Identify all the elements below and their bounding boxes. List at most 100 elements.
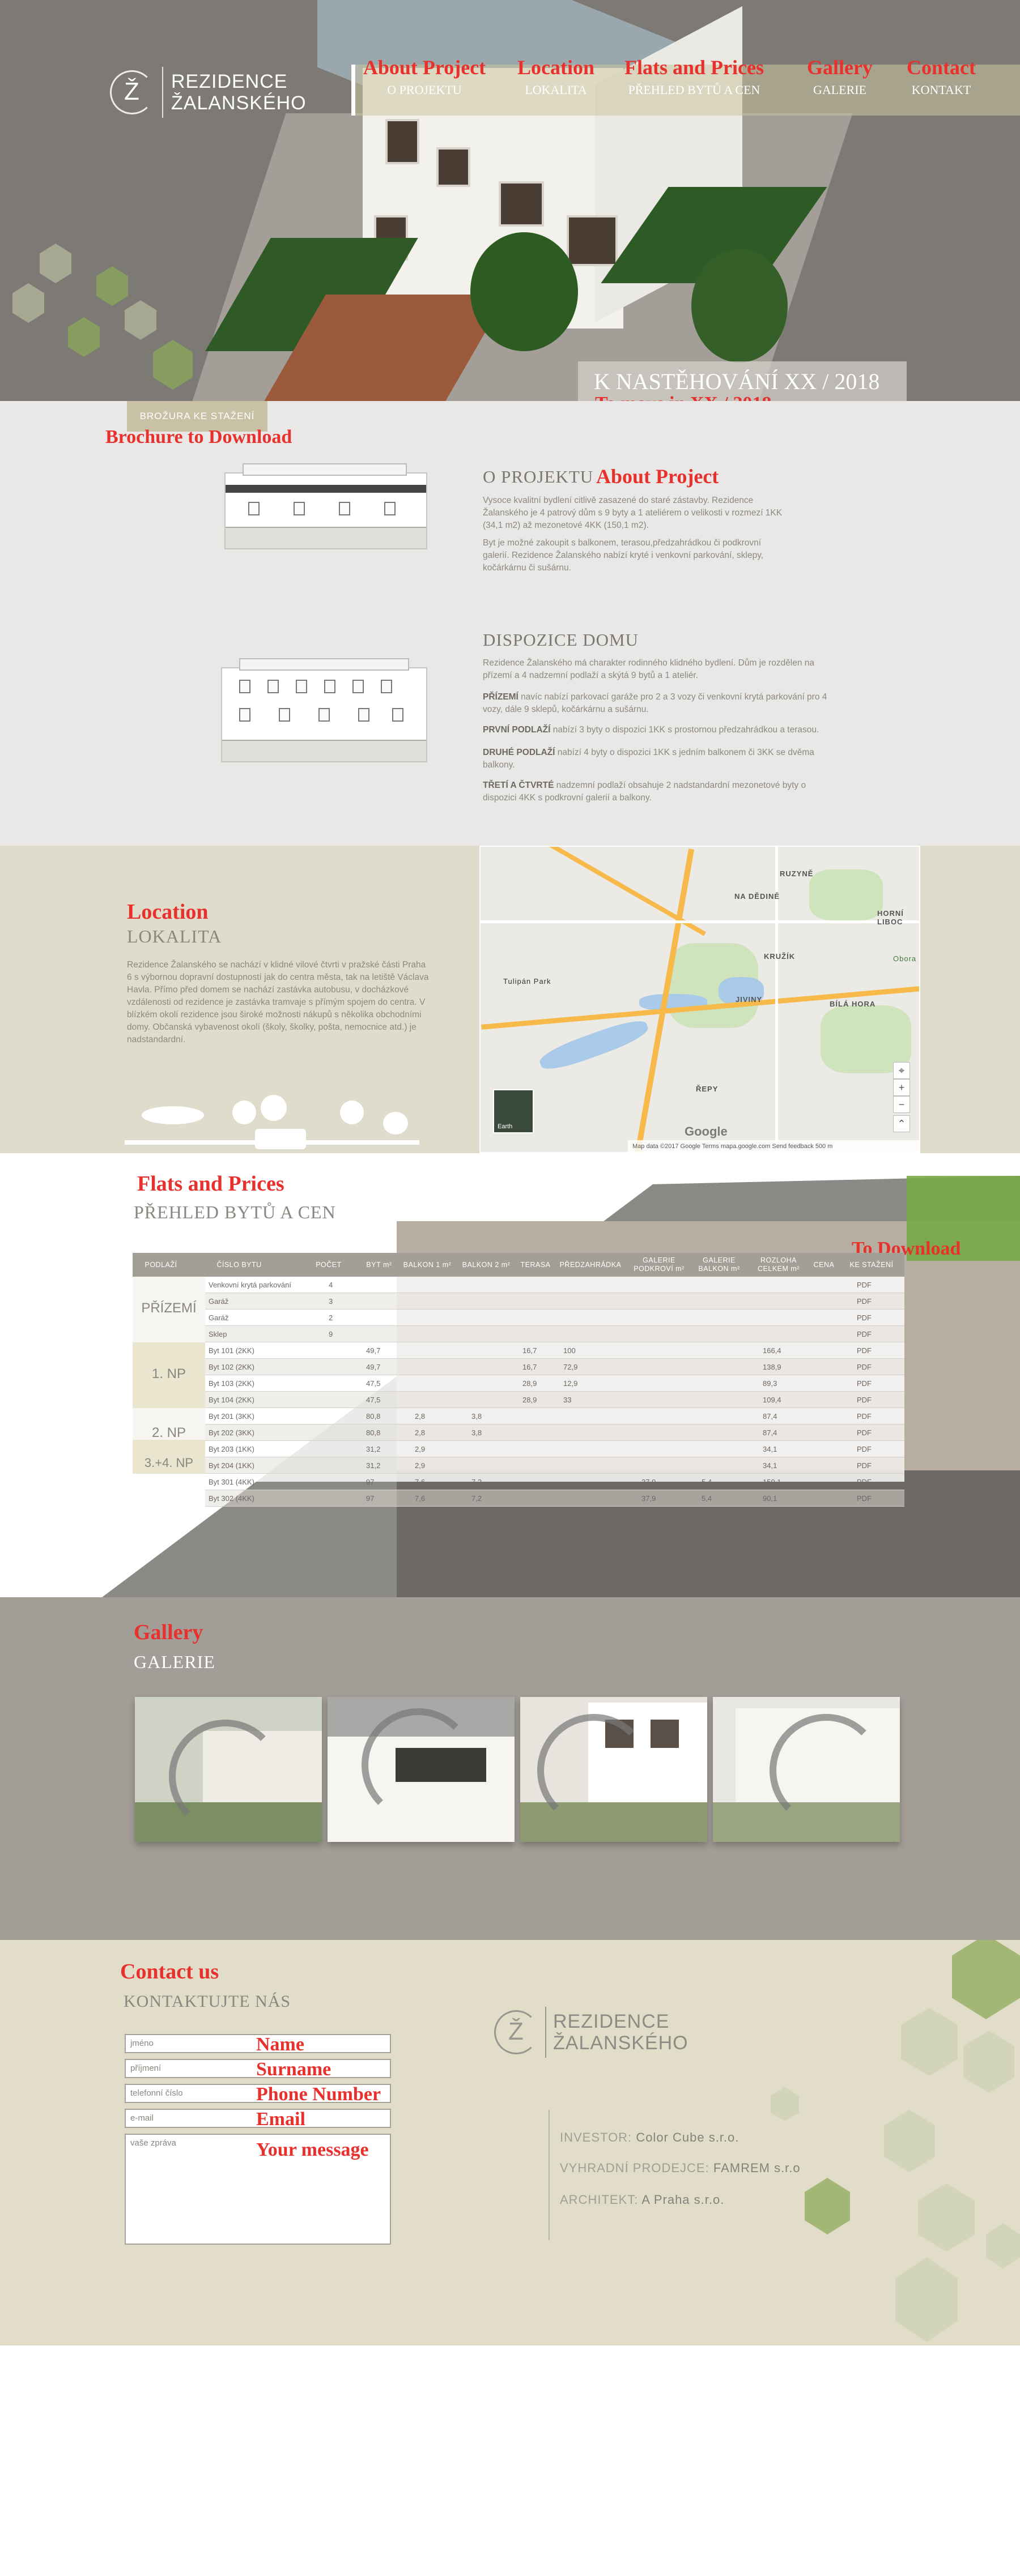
decor-hexagon (40, 244, 71, 283)
nav-flats-prices[interactable]: Flats and Prices PŘEHLED BYTŮ A CEN (618, 56, 771, 97)
nav-contact[interactable]: Contact KONTAKT (899, 56, 984, 97)
nav-edge (351, 65, 355, 116)
pdf-download-link[interactable]: PDF (857, 1293, 872, 1310)
table-cell: 4 (329, 1281, 333, 1289)
table-cell: 3,8 (471, 1428, 482, 1437)
layout-title: DISPOZICE DOMU (483, 630, 639, 650)
pdf-download-link[interactable]: PDF (857, 1408, 872, 1425)
pdf-download-link[interactable]: PDF (857, 1490, 872, 1507)
about-title-translation: About Project (596, 465, 719, 488)
table-header-cell: BYT m² (366, 1260, 392, 1269)
map-zoom-out-button[interactable]: − (893, 1096, 910, 1113)
pdf-download-link[interactable]: PDF (857, 1359, 872, 1375)
gallery-thumbnail[interactable] (328, 1697, 515, 1842)
pdf-download-link[interactable]: PDF (857, 1310, 872, 1326)
nav-gallery[interactable]: Gallery GALERIE (800, 56, 879, 97)
surname-field[interactable]: příjmení Surname (125, 2059, 391, 2080)
layout-paragraph: PRVNÍ PODLAŽÍ nabízí 3 byty o dispozici … (483, 725, 819, 735)
pdf-download-link[interactable]: PDF (857, 1457, 872, 1474)
table-row: Byt 202 (3KK) 80,8 2,8 3,8 87,4 PDF (205, 1425, 904, 1441)
pdf-download-link[interactable]: PDF (857, 1342, 872, 1359)
table-row: Byt 101 (2KK) 49,7 16,7 100 166,4 PDF (205, 1342, 904, 1359)
table-cell: 37,9 (641, 1478, 656, 1486)
pdf-download-link[interactable]: PDF (857, 1375, 872, 1392)
table-header-cell: TERASA (520, 1260, 551, 1269)
map-label: Tulipán Park (503, 977, 551, 986)
table-row: Byt 102 (2KK) 49,7 16,7 72,9 138,9 PDF (205, 1359, 904, 1375)
table-cell: 89,3 (763, 1379, 777, 1388)
table-cell: Byt 204 (1KK) (209, 1461, 254, 1470)
location-map[interactable]: RUZYNĚ NA DĚDINĚ HORNÍ LIBOC KRUŽÍK JIVI… (479, 846, 920, 1153)
layout-paragraph: TŘETÍ A ČTVRTÉ nadzemní podlaží obsahuje… (483, 781, 806, 803)
hero-tree (470, 232, 578, 351)
table-cell: 3,8 (471, 1412, 482, 1421)
logo[interactable]: Ž REZIDENCE ŽALANSKÉHO (110, 67, 307, 118)
table-cell: 3 (329, 1297, 333, 1306)
pdf-download-link[interactable]: PDF (857, 1425, 872, 1441)
table-header-cell: GALERIE BALKON m² (698, 1256, 740, 1273)
table-cell: Byt 103 (2KK) (209, 1379, 254, 1388)
prices-title-translation: Flats and Prices (137, 1172, 284, 1196)
map-label: HORNÍ LIBOC (877, 909, 904, 926)
map-location-button[interactable]: ⌖ (893, 1062, 910, 1079)
table-cell: 87,4 (763, 1412, 777, 1421)
table-cell: Garáž (209, 1313, 229, 1322)
nav-about[interactable]: About Project O PROJEKTU (359, 56, 490, 97)
decor-tree (340, 1101, 364, 1124)
phone-field[interactable]: telefonní číslo Phone Number (125, 2084, 391, 2105)
table-cell: Byt 104 (2KK) (209, 1396, 254, 1404)
map-earth-toggle[interactable]: Earth (493, 1089, 534, 1133)
gallery-title-translation: Gallery (134, 1620, 203, 1644)
table-row: Garáž 2 PDF (205, 1310, 904, 1326)
table-row: Byt 203 (1KK) 31,2 2,9 34,1 PDF (205, 1441, 904, 1457)
table-cell: 16,7 (522, 1363, 537, 1371)
gallery-thumbnail[interactable] (713, 1697, 900, 1842)
gallery-section: Gallery GALERIE (0, 1597, 1020, 1940)
contact-title: KONTAKTUJTE NÁS (124, 1992, 291, 2011)
table-row: Byt 204 (1KK) 31,2 2,9 34,1 PDF (205, 1457, 904, 1474)
house-elevation-drawing (224, 463, 427, 549)
table-cell: 72,9 (563, 1363, 578, 1371)
pdf-download-link[interactable]: PDF (857, 1474, 872, 1490)
pdf-download-link[interactable]: PDF (857, 1326, 872, 1342)
hero-window (499, 181, 544, 227)
about-section: BROŽURA KE STAŽENÍ Brochure to Download … (0, 401, 1020, 846)
table-cell: 97 (366, 1494, 375, 1503)
map-footer[interactable]: Map data ©2017 Google Terms mapa.google.… (628, 1140, 919, 1152)
gallery-thumbnail[interactable] (520, 1697, 707, 1842)
decor-hexagon (12, 283, 44, 323)
map-expand-button[interactable]: ⌃ (893, 1115, 910, 1132)
table-cell: Byt 203 (1KK) (209, 1445, 254, 1453)
decor-tree (383, 1112, 408, 1135)
map-label: Obora (893, 954, 917, 963)
table-cell: 47,5 (366, 1379, 381, 1388)
decor-tree (261, 1095, 287, 1121)
table-cell: Byt 201 (3KK) (209, 1412, 254, 1421)
email-field[interactable]: e-mail Email (125, 2109, 391, 2130)
table-cell: 33 (563, 1396, 572, 1404)
pdf-download-link[interactable]: PDF (857, 1277, 872, 1293)
contact-title-translation: Contact us (120, 1960, 219, 1984)
message-field[interactable]: vaše zpráva Your message (125, 2134, 391, 2245)
name-field[interactable]: jméno Name (125, 2034, 391, 2055)
google-logo: Google (685, 1124, 728, 1138)
prices-title: PŘEHLED BYTŮ A CEN (134, 1202, 336, 1222)
credits-divider (549, 2110, 550, 2240)
floor-label: 2. NP (151, 1425, 186, 1440)
hero-window (385, 119, 419, 164)
map-label: ŘEPY (696, 1085, 719, 1093)
decor-hexagon (963, 2031, 1014, 2093)
logo-mark-icon: Ž (110, 70, 154, 114)
pdf-download-link[interactable]: PDF (857, 1441, 872, 1457)
table-cell: 16,7 (522, 1346, 537, 1355)
table-cell: 97 (366, 1478, 375, 1486)
table-header-cell: ČÍSLO BYTU (216, 1260, 262, 1269)
map-zoom-in-button[interactable]: + (893, 1079, 910, 1096)
hero-window (436, 147, 470, 187)
about-paragraph: Byt je možné zakoupit s balkonem, teraso… (483, 538, 764, 573)
table-row: Sklep 9 PDF (205, 1326, 904, 1342)
nav-location[interactable]: Location LOKALITA (508, 56, 604, 97)
pdf-download-link[interactable]: PDF (857, 1392, 872, 1408)
gallery-thumbnail[interactable] (135, 1697, 322, 1842)
map-label: KRUŽÍK (764, 952, 796, 961)
